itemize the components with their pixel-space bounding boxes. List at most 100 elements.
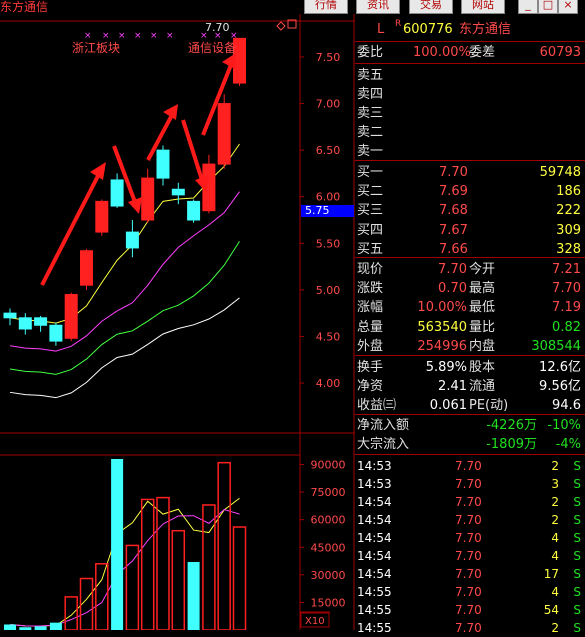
tick-side: S bbox=[573, 621, 581, 635]
price-tick-label: 5.00 bbox=[316, 284, 341, 297]
flow-row: 净流入额 -4226万 -10% bbox=[355, 416, 585, 435]
volume-bar bbox=[232, 526, 247, 630]
volume-bar bbox=[140, 498, 155, 630]
sector-marker: × bbox=[150, 31, 158, 41]
volume-average-lines bbox=[9, 497, 240, 627]
flag-l: L bbox=[377, 22, 385, 37]
volume-bar bbox=[111, 459, 124, 630]
candlestick-chart[interactable]: 7.50 7.00 6.50 6.00 5.50 5.00 4.50 4.00 90000 75… bbox=[0, 14, 355, 630]
stat-value: 0.061 bbox=[429, 398, 467, 413]
trade-tick-row: 14:55 7.70 54 S bbox=[355, 601, 585, 619]
order-volume: 59748 bbox=[539, 165, 581, 180]
candle-body bbox=[156, 149, 170, 179]
candle-body bbox=[110, 179, 124, 207]
stat-row: 现价 7.70 今开 7.21 bbox=[355, 260, 585, 279]
order-price: 7.68 bbox=[439, 203, 468, 219]
tick-time: 14:54 bbox=[357, 531, 392, 545]
order-volume: 222 bbox=[556, 203, 581, 219]
candle-body bbox=[125, 231, 139, 249]
tick-time: 14:53 bbox=[357, 477, 392, 491]
stock-name: 东方通信 bbox=[459, 22, 512, 37]
maximize-icon[interactable]: □ bbox=[538, 0, 558, 14]
volume-bar bbox=[156, 496, 170, 630]
stat-label: 涨跌 bbox=[357, 281, 384, 297]
stat-label: 股本 bbox=[469, 360, 496, 375]
buy-level-5: 买五 7.66 328 bbox=[355, 240, 585, 259]
tick-volume: 2 bbox=[551, 495, 559, 509]
tick-time: 14:54 bbox=[357, 549, 392, 563]
stat-label: 内盘 bbox=[469, 338, 496, 354]
stat-label: 流通 bbox=[469, 379, 496, 394]
trade-tick-row: 14:54 7.70 4 S bbox=[355, 547, 585, 565]
trade-tick-row: 14:53 7.70 3 S bbox=[355, 475, 585, 493]
tick-price: 7.70 bbox=[455, 621, 482, 635]
candle-body bbox=[141, 177, 155, 221]
diamond-icon bbox=[276, 21, 286, 31]
trade-tick-row: 14:54 7.70 2 S bbox=[355, 493, 585, 511]
candle-body bbox=[34, 317, 48, 326]
stat-label: 最高 bbox=[469, 281, 496, 297]
ma20-line bbox=[9, 241, 240, 375]
tick-side: S bbox=[573, 585, 581, 599]
stat-value: 9.56亿 bbox=[539, 379, 581, 394]
tab-market[interactable]: 行情 bbox=[304, 0, 348, 14]
trade-tick-row: 14:55 7.70 4 S bbox=[355, 583, 585, 601]
sell-level-2: 卖二 bbox=[355, 123, 585, 142]
stat-label: 外盘 bbox=[357, 338, 384, 354]
candle-body bbox=[95, 200, 109, 233]
tick-price: 7.70 bbox=[455, 531, 482, 545]
volume-bar bbox=[187, 561, 200, 630]
order-label: 买一 bbox=[357, 165, 384, 180]
tick-volume: 54 bbox=[543, 603, 559, 617]
fundamental-row: 净资 2.41 流通 9.56亿 bbox=[355, 377, 585, 396]
stat-label: 今开 bbox=[469, 262, 496, 277]
order-volume: 186 bbox=[556, 184, 581, 200]
candle-body bbox=[80, 250, 93, 286]
volume-tick-label: 15000 bbox=[311, 596, 346, 609]
tab-website[interactable]: 网站 bbox=[461, 0, 505, 14]
stat-row: 涨跌 0.70 最高 7.70 bbox=[355, 279, 585, 298]
volume-bar bbox=[95, 563, 109, 630]
stat-value: 7.21 bbox=[552, 262, 581, 277]
buy-level-2: 买二 7.69 186 bbox=[355, 182, 585, 201]
buy-level-4: 买四 7.67 309 bbox=[355, 221, 585, 240]
tick-time: 14:53 bbox=[357, 459, 392, 473]
price-tick-label: 6.00 bbox=[316, 191, 341, 204]
trade-tick-row: 14:54 7.70 4 S bbox=[355, 529, 585, 547]
price-tick-label: 6.50 bbox=[316, 144, 341, 157]
order-label: 卖三 bbox=[357, 106, 384, 121]
order-price: 7.67 bbox=[439, 222, 468, 238]
tick-side: S bbox=[573, 603, 581, 617]
volume-tick-label: 45000 bbox=[311, 541, 346, 554]
candle-body bbox=[187, 200, 201, 221]
ma10-line bbox=[9, 191, 240, 352]
stat-value: 308544 bbox=[531, 338, 581, 354]
order-label: 卖四 bbox=[357, 87, 384, 102]
order-label: 卖二 bbox=[357, 125, 384, 140]
tab-news[interactable]: 资讯 bbox=[356, 0, 400, 14]
tick-price: 7.70 bbox=[455, 477, 482, 491]
volume-tick-label: 75000 bbox=[311, 486, 346, 499]
tab-trade[interactable]: 交易 bbox=[409, 0, 453, 14]
stat-label: 总量 bbox=[357, 319, 384, 335]
sector-marker: × bbox=[134, 31, 142, 41]
price-tick-label: 5.50 bbox=[316, 237, 341, 250]
sell-level-1: 卖一 bbox=[355, 142, 585, 161]
flow-label: 大宗流入 bbox=[357, 437, 410, 452]
tick-price: 7.70 bbox=[455, 495, 482, 509]
stat-label: 量比 bbox=[469, 319, 496, 335]
tick-time: 14:54 bbox=[357, 495, 392, 509]
current-price-tag: 5.75 bbox=[305, 204, 330, 217]
volume-bar bbox=[64, 596, 78, 630]
order-label: 卖一 bbox=[357, 144, 384, 159]
stock-header: L R 600776 东方通信 bbox=[355, 19, 585, 39]
tick-price: 7.70 bbox=[455, 549, 482, 563]
stat-value: 12.6亿 bbox=[539, 360, 581, 375]
flow-value: -4226万 bbox=[486, 418, 537, 433]
flag-r: R bbox=[395, 19, 402, 29]
close-icon[interactable]: × bbox=[558, 0, 578, 14]
stat-label: 收益㈢ bbox=[357, 398, 397, 413]
candle-body bbox=[3, 312, 17, 319]
minimize-icon[interactable]: _ bbox=[518, 0, 538, 14]
stat-value: 94.6 bbox=[552, 398, 581, 413]
